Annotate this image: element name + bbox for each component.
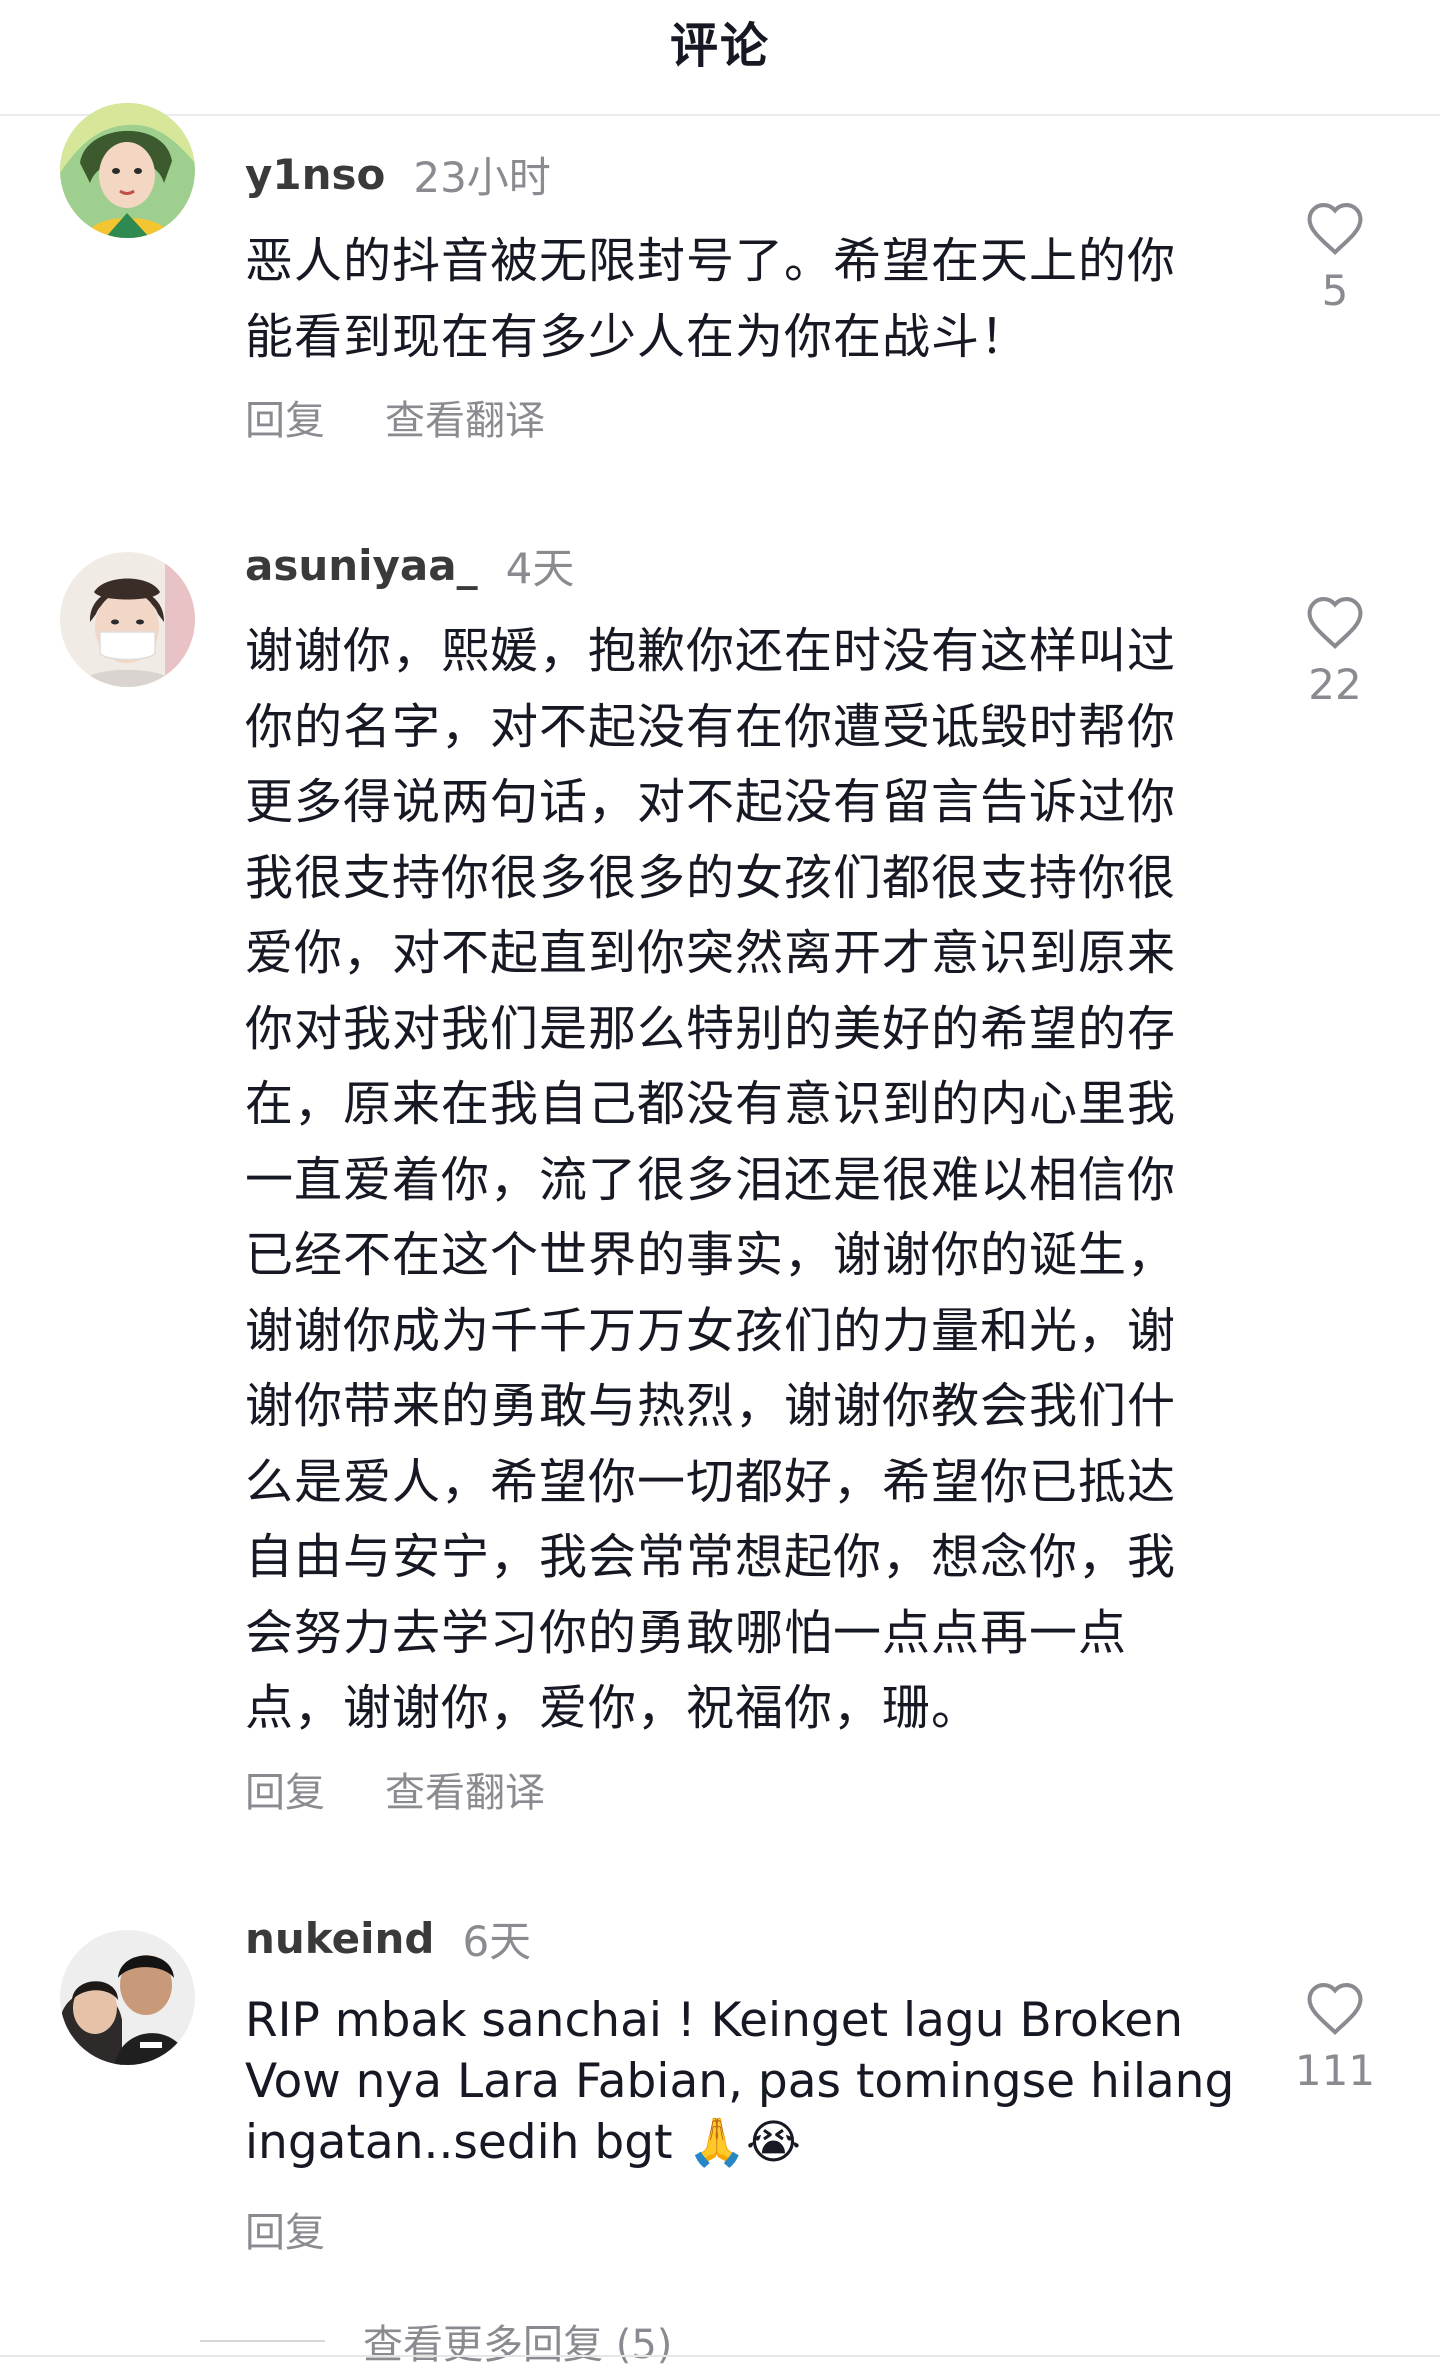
like-count: 111 <box>1294 2046 1376 2095</box>
heart-outline-icon <box>1307 597 1363 649</box>
comment-text: 谢谢你，熙媛，抱歉你还在时没有这样叫过 你的名字，对不起没有在你遭受诋毁时帮你 … <box>245 623 1177 1736</box>
comment-meta: y1nso 23小时 <box>245 144 551 204</box>
reply-button[interactable]: 回复 <box>245 1760 325 1818</box>
like-button[interactable]: 111 <box>1290 1980 1380 2095</box>
like-count: 22 <box>1308 660 1362 709</box>
reply-button[interactable]: 回复 <box>245 388 325 446</box>
avatar[interactable] <box>60 1930 195 2065</box>
avatar-masked-person-icon <box>60 552 195 687</box>
view-more-replies[interactable]: 查看更多回复 (5) <box>200 2312 672 2370</box>
avatar[interactable] <box>60 103 195 238</box>
comment-actions: 回复 <box>245 2200 385 2258</box>
comment-actions: 回复 查看翻译 <box>245 388 605 446</box>
avatar-couple-icon <box>60 1930 195 2065</box>
translate-button[interactable]: 查看翻译 <box>385 388 545 446</box>
username[interactable]: y1nso <box>245 150 385 199</box>
top-bar: 评论 <box>0 0 1440 116</box>
avatar[interactable] <box>60 552 195 687</box>
reply-button[interactable]: 回复 <box>245 2200 325 2258</box>
view-more-replies-label[interactable]: 查看更多回复 (5) <box>363 2312 672 2370</box>
username[interactable]: asuniyaa_ <box>245 541 478 590</box>
comment-text: RIP mbak sanchai ! Keinget lagu Broken V… <box>245 1993 1235 2170</box>
avatar-woman-green-icon <box>60 103 195 238</box>
comment-time: 23小时 <box>413 152 551 202</box>
like-button[interactable]: 22 <box>1290 594 1380 709</box>
heart-outline-icon <box>1307 1983 1363 2035</box>
divider-line <box>200 2340 325 2342</box>
like-count: 5 <box>1321 266 1349 315</box>
comment-text: 恶人的抖音被无限封号了。希望在天上的你 能看到现在有多少人在为你在战斗！ <box>245 233 1177 365</box>
like-button[interactable]: 5 <box>1290 200 1380 315</box>
translate-button[interactable]: 查看翻译 <box>385 1760 545 1818</box>
comment-time: 6天 <box>462 1916 532 1966</box>
comment-actions: 回复 查看翻译 <box>245 1760 605 1818</box>
comment-meta: asuniyaa_ 4天 <box>245 535 574 595</box>
comment-meta: nukeind 6天 <box>245 1908 531 1968</box>
divider <box>0 2355 1440 2357</box>
page-title: 评论 <box>669 18 770 74</box>
comment-time: 4天 <box>505 543 575 593</box>
heart-outline-icon <box>1307 203 1363 255</box>
username[interactable]: nukeind <box>245 1914 434 1963</box>
